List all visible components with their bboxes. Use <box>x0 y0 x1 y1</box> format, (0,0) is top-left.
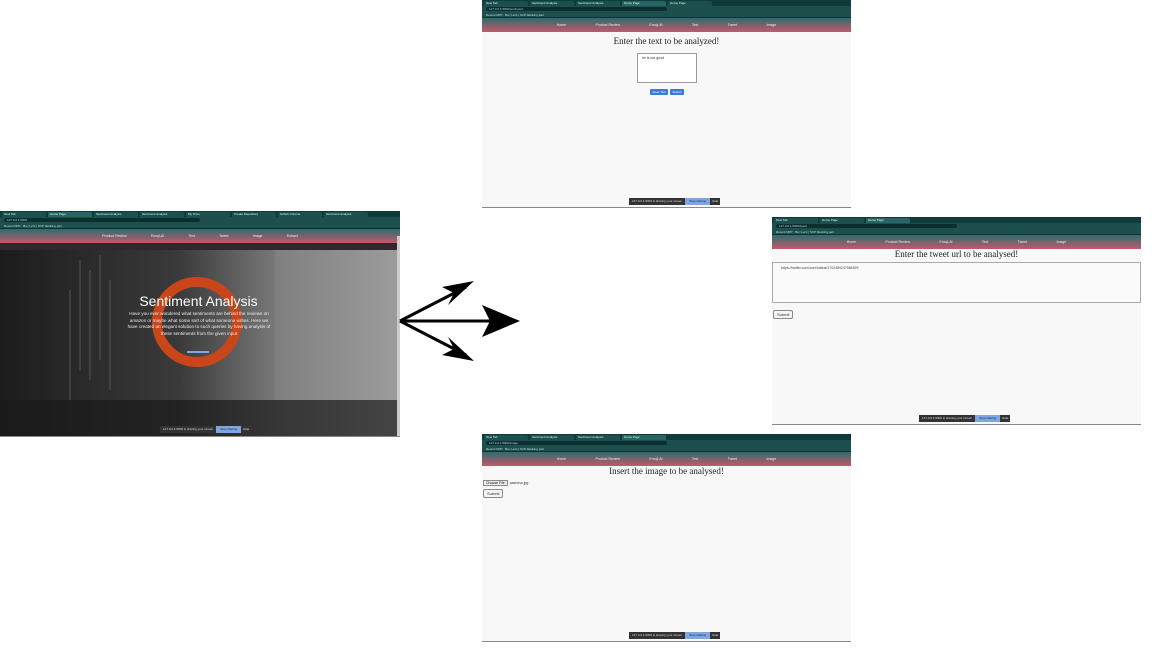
share-message: 127.0.0.1:5000 is sharing your screen <box>160 426 217 433</box>
browser-tab[interactable]: New Tab <box>484 0 528 6</box>
nav-link[interactable]: Home <box>847 240 856 244</box>
browser-tab[interactable]: New Tab <box>484 434 528 440</box>
browser-tab[interactable]: Sentiment Analysis <box>576 434 620 440</box>
nav-link[interactable]: Tweet <box>219 234 228 238</box>
address-bar[interactable]: 127.0.0.1:5000/sentiment <box>486 7 667 11</box>
file-name: sadness.jpg <box>509 481 529 485</box>
browser-tab[interactable]: Home Page <box>48 211 92 217</box>
hero-underline <box>187 351 209 353</box>
arrowhead-up <box>442 281 474 305</box>
browser-tab[interactable]: Home Page <box>622 0 666 6</box>
browser-tab[interactable]: New Tab <box>774 217 818 223</box>
page-heading: Enter the tweet url to be analysed! <box>894 249 1019 259</box>
page-heading: Insert the image to be analysed! <box>609 466 724 476</box>
site-navbar: Home Product Review Emoji-Al Text Tweet … <box>772 235 1141 249</box>
stop-sharing-button[interactable]: Stop sharing <box>685 198 711 205</box>
hero-description: Have you ever wondered what sentiments a… <box>127 311 271 336</box>
nav-link[interactable]: Text <box>188 234 194 238</box>
browser-tab[interactable]: Home Page <box>866 217 910 223</box>
browser-tab[interactable]: New Tab <box>2 211 46 217</box>
tweet-analysis-screenshot: New Tab Home Page Home Page 127.0.0.1:50… <box>772 217 1141 425</box>
screen-share-bar: 127.0.0.1:5000 is sharing your screen St… <box>629 632 721 639</box>
browser-tab[interactable]: Sentiment Analysis <box>530 0 574 6</box>
page-heading: Enter the text to be analyzed! <box>613 36 720 46</box>
nav-link[interactable]: Product Review <box>102 234 127 238</box>
share-message: 127.0.0.1:5000 is sharing your screen <box>919 415 976 422</box>
browser-tab[interactable]: Sentiment Analysis <box>140 211 184 217</box>
nav-link[interactable]: Image <box>253 234 263 238</box>
nav-link[interactable]: Home <box>557 23 566 27</box>
browser-tab[interactable]: Sentiment Analysis <box>94 211 138 217</box>
browser-tab[interactable]: Create Repository <box>232 211 276 217</box>
text-analysis-screenshot: New Tab Sentiment Analysis Sentiment Ana… <box>482 0 851 208</box>
browser-tab[interactable]: Home Page <box>622 434 666 440</box>
nav-link[interactable]: Tweet <box>728 457 737 461</box>
home-screenshot: New Tab Home Page Sentiment Analysis Sen… <box>0 211 400 437</box>
browser-tab-strip: New Tab Home Page Sentiment Analysis Sen… <box>0 211 400 217</box>
choose-file-button[interactable]: Choose File <box>483 480 508 486</box>
share-message: 127.0.0.1:5000 is sharing your screen <box>629 198 686 205</box>
site-navbar: Product Review Emoji-Al Text Tweet Image… <box>0 229 400 243</box>
arrowhead-down <box>442 337 474 361</box>
hide-button[interactable]: Hide <box>710 632 721 639</box>
screen-share-bar: 127.0.0.1:5000 is sharing your screen St… <box>919 415 1011 422</box>
nav-link[interactable]: Text <box>982 240 988 244</box>
file-picker: Choose File sadness.jpg <box>483 480 528 486</box>
image-analysis-screenshot: New Tab Sentiment Analysis Sentiment Ana… <box>482 434 851 642</box>
stop-sharing-button[interactable]: Stop sharing <box>216 426 242 433</box>
browser-tab[interactable]: Home Page <box>820 217 864 223</box>
nav-link[interactable]: Product Review <box>595 457 620 461</box>
address-bar[interactable]: 127.0.0.1:5000 <box>4 218 200 222</box>
nav-link[interactable]: Emoji-Al <box>151 234 164 238</box>
hide-button[interactable]: Hide <box>710 198 721 205</box>
site-navbar: Home Product Review Emoji-Al Text Tweet … <box>482 18 851 32</box>
arrows-icon <box>399 281 520 361</box>
nav-link[interactable]: Image <box>1056 240 1066 244</box>
address-bar[interactable]: 127.0.0.1:5000/image <box>486 441 667 445</box>
screen-share-bar: 127.0.0.1:5000 is sharing your screen St… <box>160 426 252 433</box>
nav-link[interactable]: Tweet <box>728 23 737 27</box>
hero-section: Sentiment Analysis Have you ever wondere… <box>0 250 397 436</box>
nav-link[interactable]: Text <box>692 23 698 27</box>
hero-title: Sentiment Analysis <box>139 293 258 309</box>
nav-link[interactable]: Image <box>766 457 776 461</box>
browser-tab[interactable]: My Drive <box>186 211 230 217</box>
share-message: 127.0.0.1:5000 is sharing your screen <box>629 632 686 639</box>
submit-button[interactable]: Submit <box>773 310 794 319</box>
browser-tab[interactable]: Home Page <box>668 0 712 6</box>
nav-link[interactable]: Text <box>692 457 698 461</box>
nav-link[interactable]: Emoji-Al <box>649 23 662 27</box>
browser-tab[interactable]: Sentiment Analysis <box>576 0 620 6</box>
site-navbar: Home Product Review Emoji-Al Text Tweet … <box>482 452 851 466</box>
nav-link[interactable]: Product Review <box>595 23 620 27</box>
address-bar[interactable]: 127.0.0.1:5000/tweet <box>776 224 957 228</box>
nav-link[interactable]: Image <box>766 23 776 27</box>
nav-link[interactable]: Emoji-Al <box>939 240 952 244</box>
clear-text-button[interactable]: Clear Text <box>650 89 668 95</box>
submit-button[interactable]: Submit <box>670 89 684 95</box>
browser-tab[interactable]: Sentiment Analysis <box>324 211 368 217</box>
submit-button[interactable]: Submit <box>483 489 504 498</box>
stop-sharing-button[interactable]: Stop sharing <box>685 632 711 639</box>
nav-link[interactable]: Extract <box>287 234 298 238</box>
hide-button[interactable]: Hide <box>241 426 252 433</box>
text-input-area[interactable]: he is not good <box>637 53 697 83</box>
nav-link[interactable]: Home <box>557 457 566 461</box>
hide-button[interactable]: Hide <box>1000 415 1011 422</box>
browser-tab[interactable]: Sentiment Analysis <box>530 434 574 440</box>
browser-tab[interactable]: Github Chrome <box>278 211 322 217</box>
tweet-url-input[interactable]: https://twitter.com/user/status/17024892… <box>772 262 1141 303</box>
nav-link[interactable]: Tweet <box>1018 240 1027 244</box>
nav-link[interactable]: Emoji-Al <box>649 457 662 461</box>
stop-sharing-button[interactable]: Stop sharing <box>975 415 1001 422</box>
hero-background-art <box>0 250 397 436</box>
nav-link[interactable]: Product Review <box>885 240 910 244</box>
screen-share-bar: 127.0.0.1:5000 is sharing your screen St… <box>629 198 721 205</box>
